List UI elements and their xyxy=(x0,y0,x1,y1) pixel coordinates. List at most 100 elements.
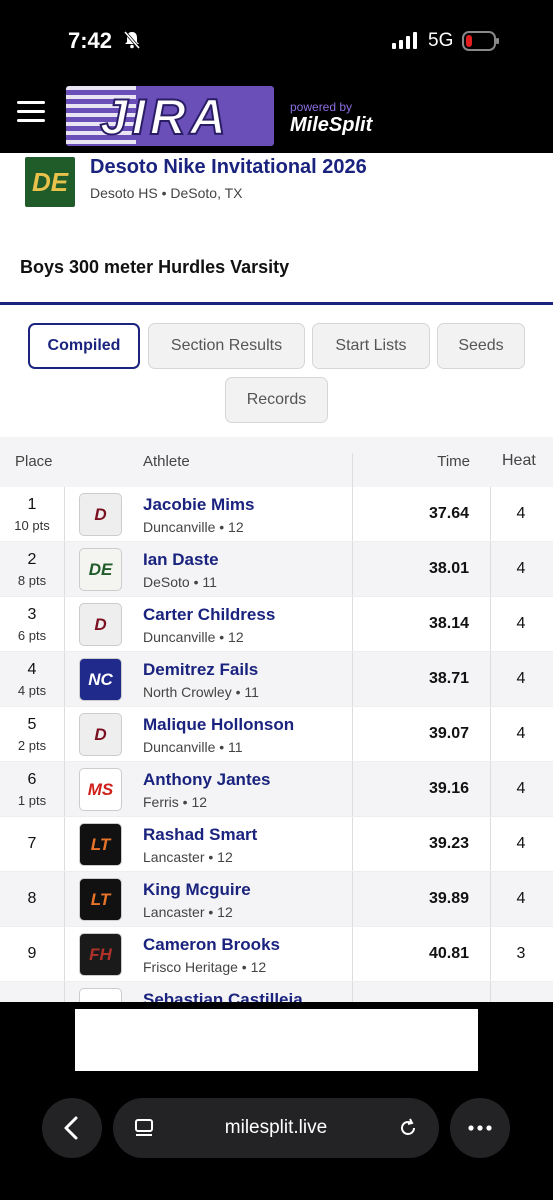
team-logo[interactable]: D xyxy=(79,603,122,646)
reload-icon[interactable] xyxy=(397,1117,419,1139)
heat-value: 4 xyxy=(516,615,526,632)
points-value: 4 pts xyxy=(17,683,47,698)
jira-logo[interactable]: JIRA xyxy=(66,86,274,146)
table-row[interactable]: 3 6 pts D Carter Childress Duncanville • 12 3… xyxy=(0,597,553,652)
time-value: 37.64 xyxy=(428,505,469,522)
column-header-heat[interactable]: Heat xyxy=(502,452,536,470)
results-page: DE Desoto Nike Invitational 2026 Desoto … xyxy=(0,153,553,1002)
place-value: 1 xyxy=(27,496,37,513)
status-time: 7:42 xyxy=(68,28,113,53)
tab-section-results[interactable]: Section Results xyxy=(148,323,305,369)
heat-value: 4 xyxy=(516,890,526,907)
athlete-name-link[interactable]: Anthony Jantes xyxy=(143,770,271,790)
tab-compiled[interactable]: Compiled xyxy=(28,323,140,369)
athlete-name-link[interactable]: Jacobie Mims xyxy=(143,495,255,515)
back-button[interactable] xyxy=(42,1098,102,1158)
time-value: 39.07 xyxy=(428,725,469,742)
points-value: 8 pts xyxy=(17,573,47,588)
tab-records[interactable]: Records xyxy=(225,377,328,423)
athlete-name-link[interactable]: Malique Hollonson xyxy=(143,715,294,735)
heat-value: 4 xyxy=(516,725,526,742)
header-divider xyxy=(0,302,553,305)
place-value: 3 xyxy=(27,606,37,623)
network-type: 5G xyxy=(428,30,454,51)
address-bar[interactable]: milesplit.live xyxy=(113,1098,439,1158)
table-body: 1 10 pts D Jacobie Mims Duncanville • 12 37.6… xyxy=(0,487,553,1002)
time-value: 38.01 xyxy=(428,560,469,577)
athlete-team: Frisco Heritage • 12 xyxy=(143,959,267,975)
team-logo[interactable]: D xyxy=(79,713,122,756)
heat-value: 4 xyxy=(516,670,526,687)
team-logo[interactable]: H xyxy=(79,988,122,1002)
table-row[interactable]: 1 10 pts D Jacobie Mims Duncanville • 12 37.6… xyxy=(0,487,553,542)
status-bar: 7:42 5G xyxy=(0,0,553,82)
more-dots-icon xyxy=(468,1125,492,1131)
table-row[interactable]: 2 8 pts DE Ian Daste DeSoto • 11 38.01 4 xyxy=(0,542,553,597)
athlete-team: DeSoto • 11 xyxy=(143,574,217,590)
athlete-name-link[interactable]: Demitrez Fails xyxy=(143,660,258,680)
tab-seeds[interactable]: Seeds xyxy=(437,323,525,369)
column-header-athlete[interactable]: Athlete xyxy=(143,453,190,470)
athlete-name-link[interactable]: Ian Daste xyxy=(143,550,219,570)
points-value: 2 pts xyxy=(17,738,47,753)
tab-start-lists[interactable]: Start Lists xyxy=(312,323,430,369)
ad-banner[interactable] xyxy=(75,1009,478,1071)
athlete-team: Lancaster • 12 xyxy=(143,904,233,920)
heat-value: 4 xyxy=(516,780,526,797)
athlete-team: Duncanville • 12 xyxy=(143,629,244,645)
athlete-name-link[interactable]: Carter Childress xyxy=(143,605,275,625)
meet-title[interactable]: Desoto Nike Invitational 2026 xyxy=(90,156,367,179)
place-value: 5 xyxy=(27,716,37,733)
team-logo[interactable]: NC xyxy=(79,658,122,701)
battery-low-icon xyxy=(462,31,499,51)
meet-logo: DE xyxy=(25,157,75,207)
milesplit-logo[interactable]: MileSplit xyxy=(290,114,372,137)
table-row[interactable]: 9 FH Cameron Brooks Frisco Heritage • 12 40.… xyxy=(0,927,553,982)
table-row[interactable]: 7 LT Rashad Smart Lancaster • 12 39.23 4 xyxy=(0,817,553,872)
table-row[interactable]: 4 4 pts NC Demitrez Fails North Crowley • 11… xyxy=(0,652,553,707)
results-table: Place Athlete Time Heat 1 10 pts D Jacobie … xyxy=(0,437,553,1002)
url-text: milesplit.live xyxy=(224,1117,328,1138)
table-row[interactable]: 6 1 pts MS Anthony Jantes Ferris • 12 39.16 4 xyxy=(0,762,553,817)
team-logo[interactable]: MS xyxy=(79,768,122,811)
table-row[interactable]: H Sebastian Castilleja xyxy=(0,982,553,1002)
time-value: 39.16 xyxy=(428,780,469,797)
place-value: 4 xyxy=(27,661,37,678)
hamburger-menu-icon[interactable] xyxy=(17,101,45,125)
column-header-place[interactable]: Place xyxy=(15,453,53,470)
place-value: 9 xyxy=(27,945,37,962)
bell-muted-icon xyxy=(123,31,141,49)
time-value: 38.14 xyxy=(428,615,469,632)
heat-value: 4 xyxy=(516,560,526,577)
points-value: 10 pts xyxy=(14,518,50,533)
table-header: Place Athlete Time Heat xyxy=(0,437,553,503)
points-value: 1 pts xyxy=(17,793,47,808)
team-logo[interactable]: LT xyxy=(79,878,122,921)
table-row[interactable]: 8 LT King Mcguire Lancaster • 12 39.89 4 xyxy=(0,872,553,927)
table-row[interactable]: 5 2 pts D Malique Hollonson Duncanville • 11… xyxy=(0,707,553,762)
athlete-name-link[interactable]: Cameron Brooks xyxy=(143,935,280,955)
team-logo[interactable]: FH xyxy=(79,933,122,976)
place-value: 8 xyxy=(27,890,37,907)
athlete-name-link[interactable]: Rashad Smart xyxy=(143,825,257,845)
more-options-button[interactable] xyxy=(450,1098,510,1158)
heat-value: 4 xyxy=(516,505,526,522)
site-header: JIRA powered by MileSplit xyxy=(0,82,553,154)
powered-by-text: powered by xyxy=(290,100,353,114)
place-value: 7 xyxy=(27,835,37,852)
event-title: Boys 300 meter Hurdles Varsity xyxy=(20,257,290,277)
time-value: 39.23 xyxy=(428,835,469,852)
athlete-team: North Crowley • 11 xyxy=(143,684,259,700)
athlete-team: Duncanville • 12 xyxy=(143,519,244,535)
heat-value: 4 xyxy=(516,835,526,852)
team-logo[interactable]: LT xyxy=(79,823,122,866)
team-logo[interactable]: DE xyxy=(79,548,122,591)
athlete-name-link[interactable]: King Mcguire xyxy=(143,880,251,900)
meet-location: Desoto HS • DeSoto, TX xyxy=(90,185,243,201)
heat-value: 3 xyxy=(516,945,526,962)
time-value: 39.89 xyxy=(428,890,469,907)
athlete-name-link[interactable]: Sebastian Castilleja xyxy=(143,990,303,1002)
team-logo[interactable]: D xyxy=(79,493,122,536)
jira-logo-text: JIRA xyxy=(99,88,230,146)
column-header-time[interactable]: Time xyxy=(437,453,470,470)
